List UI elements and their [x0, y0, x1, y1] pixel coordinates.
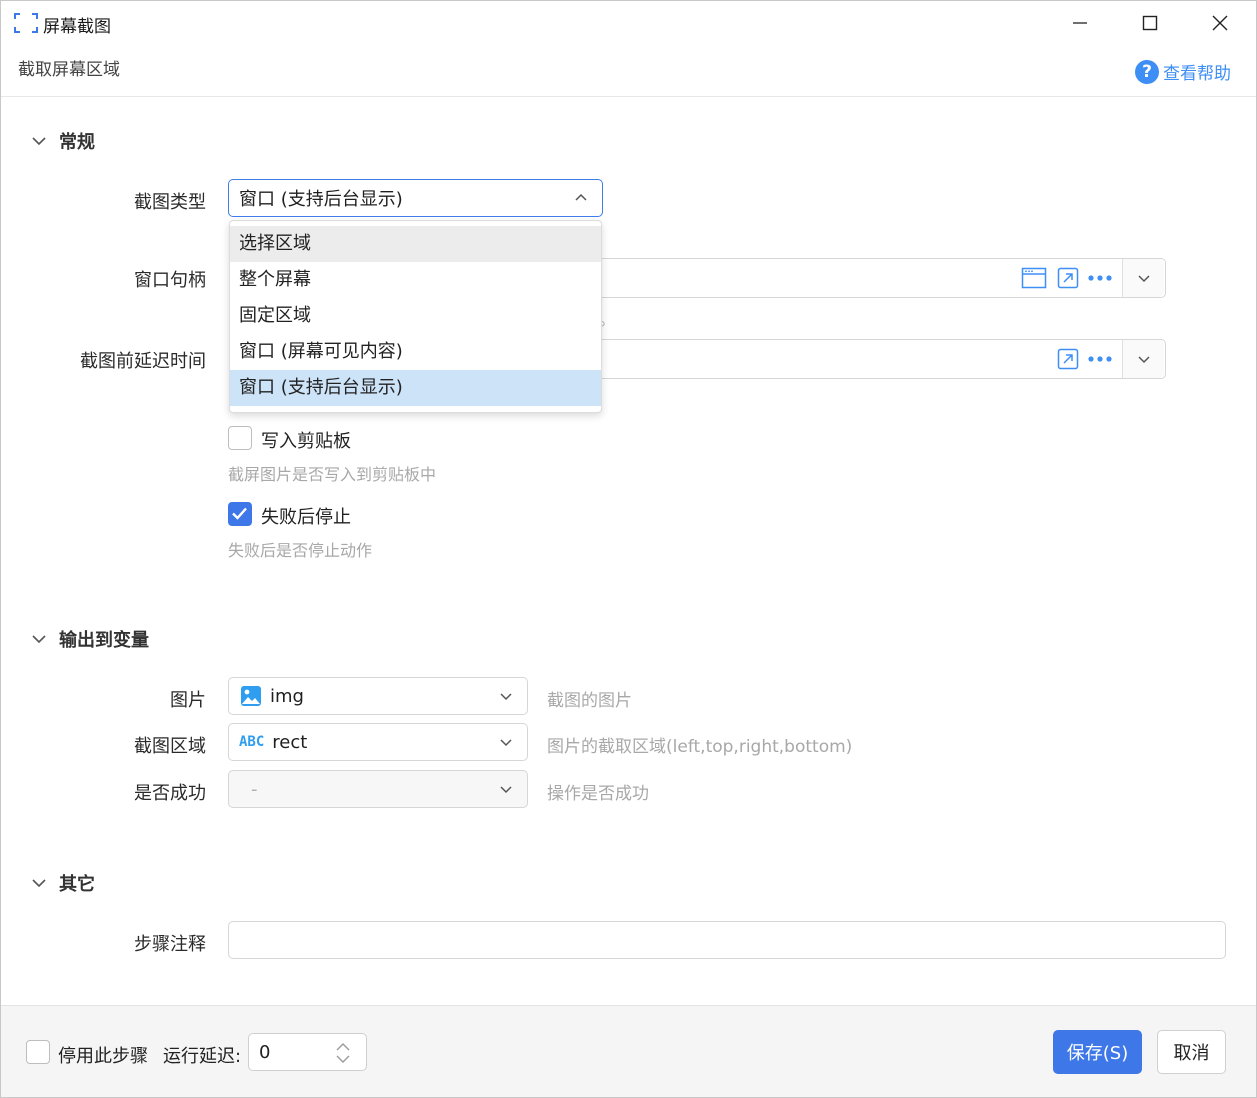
more-icon[interactable] [1087, 355, 1113, 363]
section-general-title: 常规 [59, 132, 95, 153]
chevron-down-icon [500, 786, 512, 794]
dialog-header: 截取屏幕区域 ? 查看帮助 [1, 45, 1256, 97]
run-delay-value: 0 [259, 1042, 271, 1063]
dialog-footer: 停用此步骤 运行延迟: 0 保存(S) 取消 [1, 1005, 1256, 1097]
success-var-value: - [251, 778, 258, 800]
section-other-title: 其它 [59, 874, 95, 895]
window-title: 屏幕截图 [43, 17, 111, 37]
run-delay-label: 运行延迟: [163, 1046, 242, 1067]
help-label: 查看帮助 [1163, 64, 1231, 84]
more-icon[interactable] [1087, 274, 1113, 282]
image-var-hint: 截图的图片 [547, 691, 632, 711]
region-var-hint: 图片的截取区域(left,top,right,bottom) [547, 737, 853, 757]
dropdown-option[interactable]: 选择区域 [230, 226, 601, 262]
minimize-button[interactable] [1045, 1, 1115, 45]
capture-type-dropdown-list: 选择区域 整个屏幕 固定区域 窗口 (屏幕可见内容) 窗口 (支持后台显示) [229, 220, 602, 413]
disable-step-label: 停用此步骤 [58, 1046, 148, 1067]
cancel-button[interactable]: 取消 [1157, 1030, 1226, 1074]
screenshot-dialog: 屏幕截图 截取屏幕区域 ? 查看帮助 常规 截图类型 窗口 (支持后台显示) 窗… [0, 0, 1257, 1098]
dropdown-option[interactable]: 整个屏幕 [230, 262, 601, 298]
run-delay-stepper[interactable]: 0 [248, 1033, 367, 1071]
region-var-label: 截图区域 [134, 736, 206, 757]
comment-label: 步骤注释 [134, 934, 206, 955]
close-icon [1212, 15, 1228, 31]
close-button[interactable] [1185, 1, 1255, 45]
section-general-toggle[interactable]: 常规 [31, 128, 95, 154]
dropdown-option[interactable]: 固定区域 [230, 298, 601, 334]
disable-step-checkbox[interactable] [26, 1040, 50, 1064]
dropdown-option-selected[interactable]: 窗口 (支持后台显示) [230, 370, 601, 406]
checkmark-icon [232, 507, 247, 520]
comment-input[interactable] [228, 921, 1226, 959]
delay-label: 截图前延迟时间 [80, 351, 206, 372]
chevron-down-icon [500, 693, 512, 701]
capture-type-label: 截图类型 [134, 192, 206, 213]
minimize-icon [1073, 22, 1087, 24]
maximize-icon [1142, 15, 1158, 31]
capture-type-select[interactable]: 窗口 (支持后台显示) [228, 179, 603, 217]
delay-dropdown[interactable] [1123, 340, 1164, 378]
chevron-down-icon [500, 739, 512, 747]
save-button[interactable]: 保存(S) [1053, 1030, 1142, 1074]
stop-on-fail-hint: 失败后是否停止动作 [228, 541, 373, 560]
chevron-down-icon [1137, 356, 1150, 364]
window-handle-dropdown[interactable] [1123, 259, 1164, 297]
success-var-select[interactable]: - [228, 770, 528, 808]
dialog-subtitle: 截取屏幕区域 [18, 60, 120, 80]
chevron-up-icon [575, 193, 587, 201]
help-link[interactable]: ? 查看帮助 [1135, 59, 1231, 84]
chevron-down-icon [32, 635, 46, 644]
section-other-toggle[interactable]: 其它 [31, 870, 95, 896]
chevron-down-icon [32, 137, 46, 146]
delay-field[interactable] [601, 339, 1166, 379]
chevron-down-icon [1137, 275, 1150, 283]
region-var-value: rect [272, 731, 308, 753]
window-handle-label: 窗口句柄 [134, 270, 206, 291]
image-var-label: 图片 [170, 690, 206, 711]
region-var-select[interactable]: ABC rect [228, 723, 528, 761]
clipboard-label: 写入剪贴板 [261, 431, 351, 452]
clipboard-checkbox[interactable] [228, 426, 252, 450]
image-var-select[interactable]: img [228, 677, 528, 715]
window-handle-field[interactable] [601, 258, 1166, 298]
text-type-icon: ABC [239, 734, 265, 750]
capture-type-value: 窗口 (支持后台显示) [239, 189, 403, 210]
dropdown-option[interactable]: 窗口 (屏幕可见内容) [230, 334, 601, 370]
image-var-value: img [270, 685, 304, 707]
help-icon: ? [1135, 59, 1159, 84]
success-var-hint: 操作是否成功 [547, 784, 649, 804]
external-link-icon[interactable] [1057, 348, 1079, 370]
maximize-button[interactable] [1115, 1, 1185, 45]
stop-on-fail-checkbox[interactable] [228, 502, 252, 526]
external-link-icon[interactable] [1057, 267, 1079, 289]
section-output-title: 输出到变量 [59, 630, 149, 651]
chevron-down-icon [32, 879, 46, 888]
stepper-arrows-icon[interactable] [335, 1041, 351, 1065]
success-var-label: 是否成功 [134, 783, 206, 804]
stop-on-fail-label: 失败后停止 [261, 507, 351, 528]
section-output-toggle[interactable]: 输出到变量 [31, 626, 149, 652]
image-icon [241, 686, 261, 706]
title-bar: 屏幕截图 [1, 1, 1256, 45]
clipboard-hint: 截屏图片是否写入到剪贴板中 [228, 465, 437, 484]
window-picker-icon[interactable] [1021, 267, 1047, 289]
screenshot-app-icon [14, 13, 38, 33]
